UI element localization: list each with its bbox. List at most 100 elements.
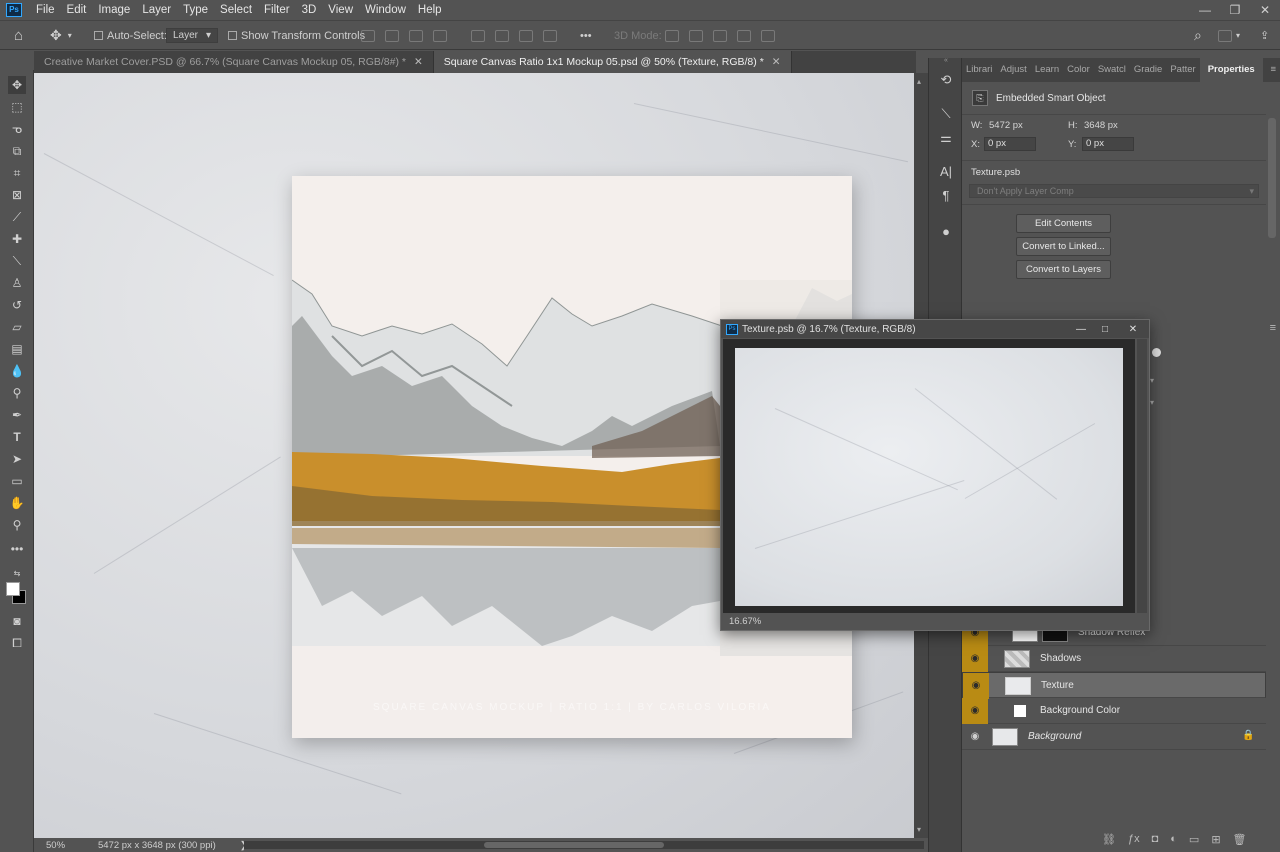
auto-select-dropdown[interactable]: Layer ▾: [166, 21, 219, 50]
panel-menu-icon[interactable]: ≡: [1270, 322, 1276, 334]
texture-zoom-level[interactable]: 16.67%: [721, 614, 1149, 630]
layer-row-background[interactable]: ◉ Background 🔒: [962, 724, 1266, 750]
quick-mask-icon[interactable]: ◙: [8, 612, 26, 630]
texture-canvas[interactable]: [723, 339, 1135, 613]
home-icon[interactable]: ⌂: [14, 21, 23, 50]
stamp-tool-icon[interactable]: ♙: [8, 274, 26, 292]
type-tool-icon[interactable]: T: [8, 428, 26, 446]
lasso-tool-icon[interactable]: ᓀ: [8, 120, 26, 138]
maximize-icon[interactable]: □: [1093, 324, 1117, 335]
filter-toggle-icon[interactable]: [1152, 348, 1161, 357]
hand-tool-icon[interactable]: ✋: [8, 494, 26, 512]
align-right-icon[interactable]: [409, 29, 423, 42]
brush-tool-icon[interactable]: ⟍: [8, 252, 26, 270]
collapse-arrows-icon[interactable]: «: [929, 57, 963, 64]
menu-image[interactable]: Image: [92, 0, 136, 20]
brush-settings-icon[interactable]: ⟍: [937, 106, 955, 122]
move-tool-icon[interactable]: ✥: [8, 76, 26, 94]
close-icon[interactable]: ✕: [414, 56, 423, 68]
3d-panel-icon[interactable]: ●: [937, 224, 955, 240]
tab-square-canvas-mockup[interactable]: Square Canvas Ratio 1x1 Mockup 05.psd @ …: [433, 51, 792, 73]
tab-gradients[interactable]: Gradie: [1130, 58, 1167, 82]
minimize-icon[interactable]: —: [1069, 324, 1093, 335]
path-select-tool-icon[interactable]: ➤: [8, 450, 26, 468]
menu-select[interactable]: Select: [214, 0, 258, 20]
history-brush-tool-icon[interactable]: ↺: [8, 296, 26, 314]
show-transform-checkbox[interactable]: Show Transform Controls: [228, 21, 365, 50]
canvas-horizontal-scrollbar[interactable]: [244, 841, 924, 849]
scroll-up-icon[interactable]: ▴: [917, 77, 921, 86]
3d-roll-icon[interactable]: [689, 29, 703, 42]
align-bottom-icon[interactable]: [519, 29, 533, 42]
move-tool-preset-icon[interactable]: ✥ ▾: [50, 21, 72, 50]
x-position-field[interactable]: 0 px: [984, 137, 1036, 151]
convert-to-linked-button[interactable]: Convert to Linked...: [1016, 237, 1111, 256]
crop-tool-icon[interactable]: ⌗: [8, 164, 26, 182]
edit-toolbar-icon[interactable]: •••: [8, 540, 26, 558]
adjustments-sliders-icon[interactable]: ⚌: [937, 130, 955, 146]
link-layers-icon[interactable]: ⛓: [1102, 833, 1116, 846]
align-center-h-icon[interactable]: [385, 29, 399, 42]
horizontal-scroll-thumb[interactable]: [484, 842, 664, 848]
menu-layer[interactable]: Layer: [136, 0, 177, 20]
layer-comp-dropdown[interactable]: Don't Apply Layer Comp ▾: [969, 184, 1259, 198]
menu-view[interactable]: View: [322, 0, 359, 20]
paragraph-panel-icon[interactable]: ¶: [937, 188, 955, 204]
auto-select-checkbox[interactable]: Auto-Select:: [94, 21, 167, 50]
close-icon[interactable]: ✕: [1250, 0, 1280, 20]
layer-row-background-color[interactable]: ◉ Background Color: [962, 698, 1266, 724]
zoom-level[interactable]: 50%: [34, 840, 80, 851]
y-position-field[interactable]: 0 px: [1082, 137, 1134, 151]
layer-row-texture[interactable]: ◉ Texture: [962, 672, 1266, 699]
blur-tool-icon[interactable]: 💧: [8, 362, 26, 380]
add-mask-icon[interactable]: ◘: [1152, 833, 1159, 846]
search-icon[interactable]: ⌕: [1194, 21, 1202, 50]
eyedropper-tool-icon[interactable]: ⟋: [8, 208, 26, 226]
tab-color[interactable]: Color: [1063, 58, 1094, 82]
swap-colors-icon[interactable]: ⇆: [8, 564, 26, 582]
frame-tool-icon[interactable]: ⊠: [8, 186, 26, 204]
screen-mode-icon[interactable]: ⧠: [8, 634, 26, 652]
adjustment-layer-icon[interactable]: ◐: [1170, 833, 1177, 846]
restore-icon[interactable]: ❐: [1220, 0, 1250, 20]
close-icon[interactable]: ✕: [772, 56, 781, 68]
delete-layer-icon[interactable]: 🗑: [1233, 833, 1247, 846]
chevron-down-icon[interactable]: ▾: [1150, 398, 1154, 407]
new-group-icon[interactable]: ▭: [1189, 833, 1199, 846]
menu-filter[interactable]: Filter: [258, 0, 296, 20]
history-panel-icon[interactable]: ⟲: [937, 72, 955, 88]
visibility-eye-icon[interactable]: ◉: [963, 673, 989, 699]
tab-adjustments[interactable]: Adjust: [996, 58, 1030, 82]
pen-tool-icon[interactable]: ✒: [8, 406, 26, 424]
menu-3d[interactable]: 3D: [296, 0, 323, 20]
rectangle-tool-icon[interactable]: ▭: [8, 472, 26, 490]
scroll-down-icon[interactable]: ▾: [917, 825, 921, 834]
dodge-tool-icon[interactable]: ⚲: [8, 384, 26, 402]
chevron-down-icon[interactable]: ▾: [1150, 376, 1154, 385]
properties-scrollbar-thumb[interactable]: [1268, 118, 1276, 238]
visibility-eye-icon[interactable]: ◉: [962, 724, 988, 750]
panel-menu-icon[interactable]: ≡: [1266, 58, 1280, 82]
close-icon[interactable]: ✕: [1117, 324, 1149, 335]
menu-type[interactable]: Type: [177, 0, 214, 20]
healing-brush-tool-icon[interactable]: ✚: [8, 230, 26, 248]
distribute-v-icon[interactable]: [543, 29, 557, 42]
marquee-tool-icon[interactable]: ⬚: [8, 98, 26, 116]
texture-document-window[interactable]: Ps Texture.psb @ 16.7% (Texture, RGB/8) …: [720, 319, 1150, 631]
align-left-icon[interactable]: [361, 29, 375, 42]
show-transform-check-icon[interactable]: [228, 31, 237, 40]
tab-swatches[interactable]: Swatcl: [1094, 58, 1130, 82]
eraser-tool-icon[interactable]: ▱: [8, 318, 26, 336]
zoom-tool-icon[interactable]: ⚲: [8, 516, 26, 534]
edit-contents-button[interactable]: Edit Contents: [1016, 214, 1111, 233]
object-select-tool-icon[interactable]: ⧉: [8, 142, 26, 160]
share-icon[interactable]: ⇪: [1260, 21, 1269, 50]
foreground-color-swatch[interactable]: [6, 582, 20, 596]
workspace-icon[interactable]: ▾: [1218, 21, 1240, 50]
convert-to-layers-button[interactable]: Convert to Layers: [1016, 260, 1111, 279]
more-options-icon[interactable]: •••: [580, 21, 592, 50]
visibility-eye-icon[interactable]: ◉: [962, 698, 988, 724]
tab-libraries[interactable]: Librari: [962, 58, 996, 82]
3d-orbit-icon[interactable]: [665, 29, 679, 42]
new-layer-icon[interactable]: ⊞: [1211, 833, 1220, 846]
